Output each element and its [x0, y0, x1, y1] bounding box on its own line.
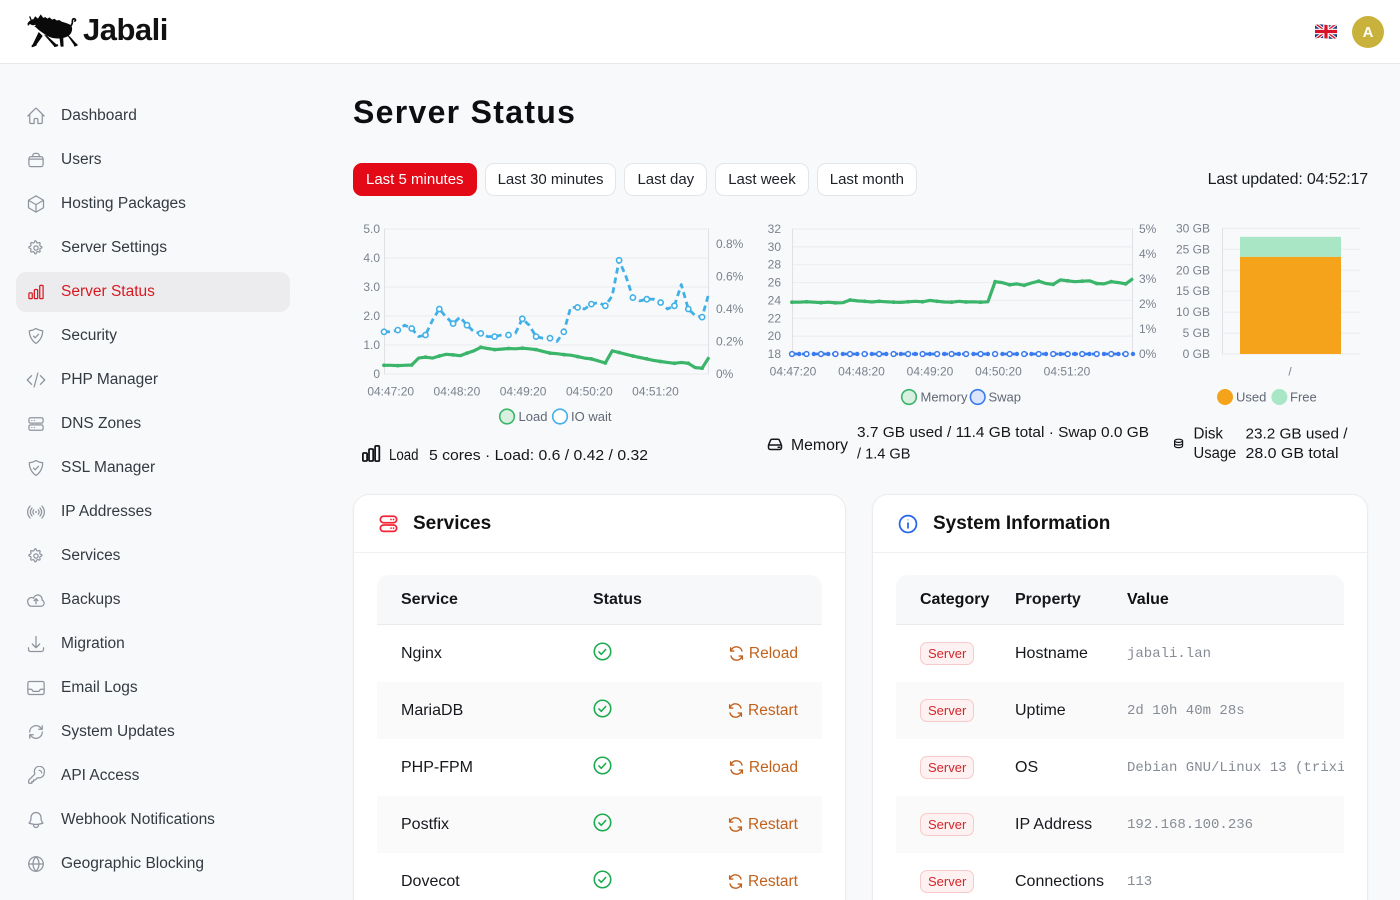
svg-text:04:50:20: 04:50:20 [975, 365, 1022, 379]
svg-text:Load: Load [389, 447, 419, 464]
svg-text:2%: 2% [1139, 297, 1157, 311]
svg-text:/: / [1288, 365, 1292, 379]
svg-text:0%: 0% [1139, 347, 1157, 361]
svg-text:0.2%: 0.2% [716, 335, 744, 349]
svg-text:3%: 3% [1139, 272, 1157, 286]
svg-text:5 GB: 5 GB [1183, 326, 1210, 340]
svg-text:3.0: 3.0 [363, 280, 380, 294]
svg-text:04:51:20: 04:51:20 [1044, 365, 1091, 379]
svg-text:0%: 0% [716, 367, 734, 381]
svg-text:0 GB: 0 GB [1183, 347, 1210, 361]
svg-text:0.4%: 0.4% [716, 302, 744, 316]
svg-text:0: 0 [373, 367, 380, 381]
svg-text:28: 28 [768, 258, 782, 272]
svg-text:0.6%: 0.6% [716, 270, 744, 284]
svg-text:4%: 4% [1139, 247, 1157, 261]
svg-text:1%: 1% [1139, 322, 1157, 336]
svg-text:04:49:20: 04:49:20 [907, 365, 954, 379]
svg-text:32: 32 [768, 222, 782, 236]
svg-text:25 GB: 25 GB [1176, 242, 1210, 256]
svg-text:04:51:20: 04:51:20 [632, 385, 679, 399]
svg-text:IO wait: IO wait [571, 409, 612, 424]
svg-text:24: 24 [768, 293, 782, 307]
svg-text:04:48:20: 04:48:20 [838, 365, 885, 379]
svg-text:04:47:20: 04:47:20 [367, 385, 414, 399]
svg-text:15 GB: 15 GB [1176, 284, 1210, 298]
svg-text:30: 30 [768, 240, 782, 254]
svg-text:22: 22 [768, 311, 782, 325]
svg-text:04:48:20: 04:48:20 [434, 385, 481, 399]
svg-text:28.0 GB total: 28.0 GB total [1246, 445, 1339, 462]
svg-text:4.0: 4.0 [363, 251, 380, 265]
svg-text:18: 18 [768, 347, 782, 361]
svg-text:20 GB: 20 GB [1176, 263, 1210, 277]
svg-text:Load: Load [519, 409, 548, 424]
svg-text:04:47:20: 04:47:20 [770, 365, 817, 379]
svg-text:Swap: Swap [989, 390, 1022, 405]
svg-text:5 cores · Load: 0.6 / 0.42 / 0: 5 cores · Load: 0.6 / 0.42 / 0.32 [429, 447, 648, 464]
svg-text:2.0: 2.0 [363, 309, 380, 323]
svg-text:20: 20 [768, 329, 782, 343]
svg-text:04:50:20: 04:50:20 [566, 385, 613, 399]
svg-text:26: 26 [768, 276, 782, 290]
svg-text:30 GB: 30 GB [1176, 221, 1210, 235]
svg-text:1.0: 1.0 [363, 338, 380, 352]
svg-text:Free: Free [1290, 390, 1317, 405]
svg-text:5%: 5% [1139, 222, 1157, 236]
svg-text:04:49:20: 04:49:20 [500, 385, 547, 399]
svg-text:Used: Used [1236, 390, 1266, 405]
svg-text:Memory: Memory [791, 437, 848, 454]
svg-text:Disk: Disk [1194, 426, 1224, 443]
svg-text:23.2 GB used /: 23.2 GB used / [1246, 426, 1349, 443]
svg-text:Memory: Memory [921, 390, 968, 405]
svg-text:3.7 GB used / 11.4 GB total ·: 3.7 GB used / 11.4 GB total · Swap 0.0 G… [857, 424, 1149, 441]
svg-text:5.0: 5.0 [363, 222, 380, 236]
svg-text:0.8%: 0.8% [716, 237, 744, 251]
svg-text:/ 1.4 GB: / 1.4 GB [857, 446, 911, 463]
svg-text:10 GB: 10 GB [1176, 305, 1210, 319]
svg-text:Usage: Usage [1194, 445, 1237, 462]
